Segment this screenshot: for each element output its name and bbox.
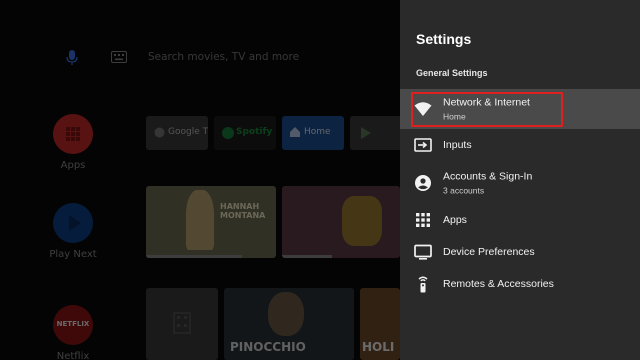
play-icon <box>53 203 93 243</box>
netflix-logo-text: NETFLIX <box>56 320 90 328</box>
placeholder-icon <box>173 312 191 334</box>
poster-title: PINOCCHIO <box>230 340 306 354</box>
menu-label: Device Preferences <box>443 246 535 258</box>
house-icon <box>290 127 300 137</box>
menu-inputs[interactable]: Inputs <box>400 129 640 161</box>
keyboard-icon[interactable] <box>111 51 127 63</box>
menu-label: Network & Internet <box>443 96 530 109</box>
nav-netflix[interactable]: NETFLIX Netflix <box>44 305 102 360</box>
settings-title: Settings <box>416 31 472 47</box>
microphone-icon[interactable] <box>66 50 78 66</box>
menu-label: Apps <box>443 214 467 226</box>
nav-apps-label: Apps <box>60 160 86 171</box>
netflix-logo: NETFLIX <box>53 305 93 345</box>
nav-netflix-label: Netflix <box>56 351 90 360</box>
remote-icon <box>418 276 428 293</box>
app-tile-google-tv[interactable]: Google TV <box>146 116 208 150</box>
search-bar[interactable]: Search movies, TV and more <box>0 42 400 72</box>
tv-icon <box>414 244 432 260</box>
menu-device-preferences[interactable]: Device Preferences <box>400 236 640 268</box>
app-tile-play-store[interactable] <box>350 116 400 150</box>
nav-play-next[interactable]: Play Next <box>44 203 102 260</box>
settings-panel: Settings General Settings Network & Inte… <box>400 0 640 360</box>
poster-title: HANNAH MONTANA <box>220 202 266 220</box>
content-card-pinocchio[interactable]: PINOCCHIO <box>224 288 354 360</box>
app-tile-label: Spotify <box>236 127 273 137</box>
poster-figure <box>342 196 382 246</box>
home-screen: Search movies, TV and more Apps Play Nex… <box>0 0 400 360</box>
poster-title: HOLI <box>362 340 395 354</box>
menu-label: Inputs <box>443 139 472 151</box>
nav-play-next-label: Play Next <box>49 249 97 260</box>
account-icon <box>415 175 431 191</box>
menu-label: Accounts & Sign-In <box>443 170 533 183</box>
menu-sublabel: Home <box>443 111 466 122</box>
content-card-hannah[interactable]: HANNAH MONTANA <box>146 186 276 258</box>
google-tv-icon <box>154 127 165 138</box>
app-tile-spotify[interactable]: Spotify <box>214 116 276 150</box>
nav-apps[interactable]: Apps <box>44 114 102 171</box>
app-tile-label: Home <box>304 127 331 137</box>
menu-sublabel: 3 accounts <box>443 185 485 196</box>
input-icon <box>414 138 432 152</box>
menu-accounts-sign-in[interactable]: Accounts & Sign-In 3 accounts <box>400 166 640 200</box>
watch-progress-bar <box>282 255 332 258</box>
wifi-icon <box>414 102 432 116</box>
app-tile-label: Google TV <box>168 127 208 137</box>
poster-figure <box>268 292 304 336</box>
menu-remotes-accessories[interactable]: Remotes & Accessories <box>400 268 640 300</box>
search-hint: Search movies, TV and more <box>148 51 300 63</box>
apps-grid-icon <box>416 213 430 227</box>
section-general-settings: General Settings <box>416 68 488 78</box>
poster-figure <box>186 190 214 250</box>
spotify-icon <box>222 127 234 139</box>
play-store-icon <box>361 127 371 139</box>
content-card-2[interactable] <box>282 186 400 258</box>
menu-apps[interactable]: Apps <box>400 204 640 236</box>
menu-network-internet[interactable]: Network & Internet Home <box>400 89 640 129</box>
menu-label: Remotes & Accessories <box>443 278 554 290</box>
apps-grid-icon <box>53 114 93 154</box>
content-card-holi[interactable]: HOLI <box>360 288 400 360</box>
app-tile-home[interactable]: Home <box>282 116 344 150</box>
watch-progress-bar <box>146 255 242 258</box>
content-card-3[interactable] <box>146 288 218 360</box>
